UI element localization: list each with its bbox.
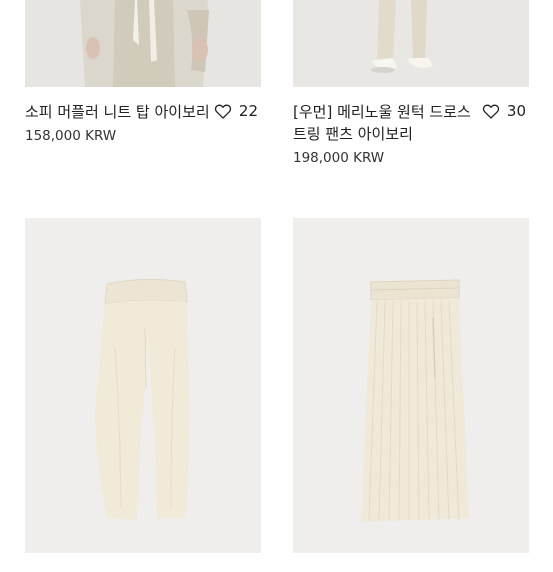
- like-button[interactable]: 30: [481, 101, 526, 121]
- product-image[interactable]: [293, 218, 529, 553]
- like-count: 22: [238, 102, 258, 120]
- product-card[interactable]: 소피 머플러 니트 탑 아이보리 158,000 KRW 22: [25, 0, 261, 144]
- product-name[interactable]: [우먼] 메리노울 원턱 드로스트링 팬츠 아이보리: [293, 101, 478, 145]
- product-image[interactable]: [25, 0, 261, 87]
- product-card[interactable]: [우먼] 메리노울 원턱 드로스트링 팬츠 아이보리 198,000 KRW 3…: [293, 0, 529, 166]
- heart-outline-icon: [214, 104, 232, 119]
- like-count: 30: [506, 102, 526, 120]
- product-price: 198,000 KRW: [293, 150, 385, 166]
- product-image[interactable]: [25, 218, 261, 553]
- product-image[interactable]: [293, 0, 529, 87]
- heart-outline-icon: [482, 104, 500, 119]
- product-card[interactable]: [293, 218, 529, 572]
- product-price: 158,000 KRW: [25, 128, 117, 144]
- product-card[interactable]: [25, 218, 261, 572]
- like-button[interactable]: 22: [213, 101, 258, 121]
- product-name[interactable]: 소피 머플러 니트 탑 아이보리: [25, 101, 210, 123]
